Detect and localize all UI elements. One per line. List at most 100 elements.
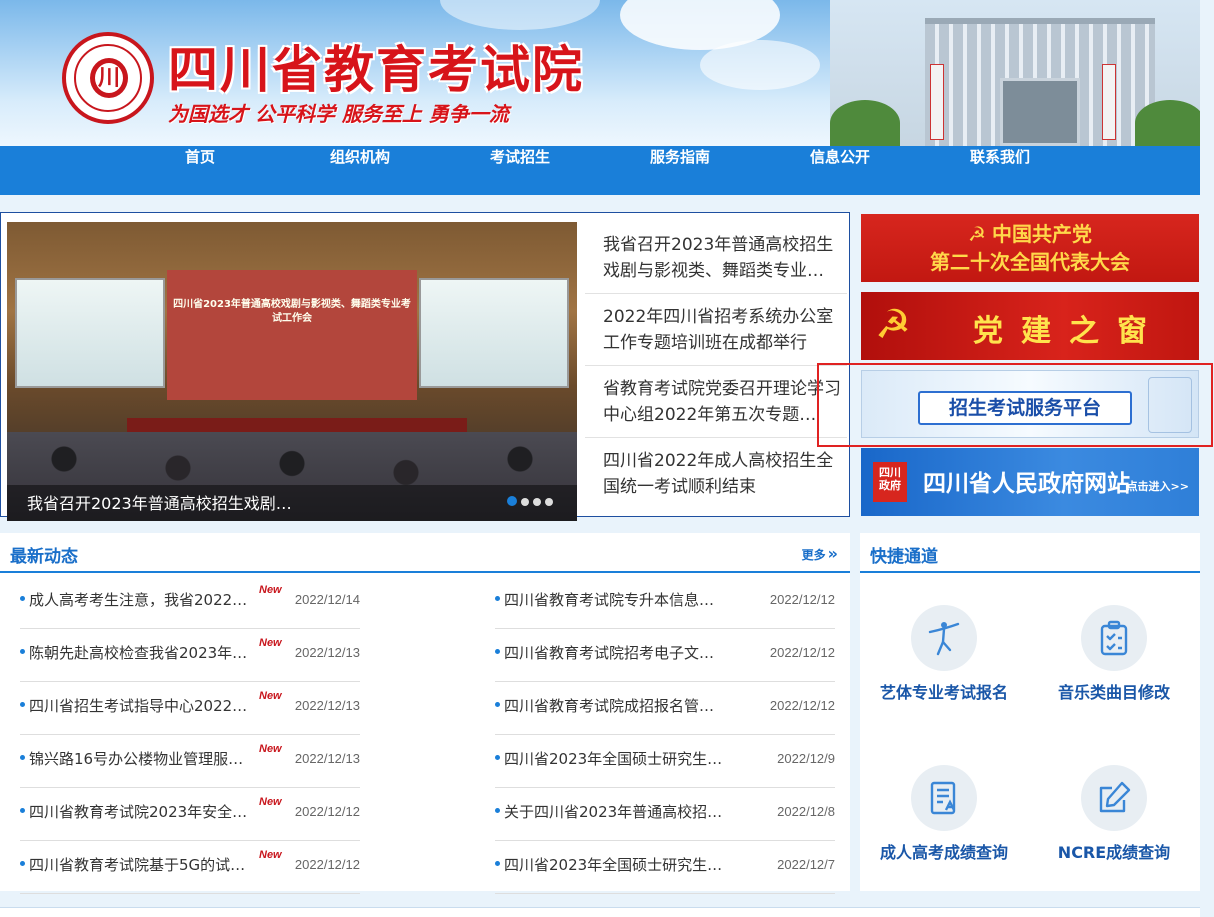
new-badge: New [259,796,282,808]
news-item[interactable]: 陈朝先赴高校检查我省2023年… New 2022/12/13 [20,629,360,682]
clipboard-check-icon [1081,605,1147,671]
quick-label: 音乐类曲目修改 [1057,683,1170,702]
bullet-icon [495,861,500,866]
headline-item[interactable]: 我省召开2023年普通高校招生戏剧与影视类、舞蹈类专业… [585,222,847,294]
news-item-date: 2022/12/7 [777,857,835,872]
building-sign [930,64,944,140]
quick-adult-exam-score[interactable]: 成人高考成绩查询 [864,765,1024,863]
cloud-decoration [440,0,600,30]
nav-item-contact[interactable]: 联系我们 [920,146,1080,195]
news-item-date: 2022/12/12 [769,645,835,660]
gov-enter-link[interactable]: 点击进入>> [1127,478,1189,494]
site-slogan: 为国选才 公平科学 服务至上 勇争一流 [168,102,509,126]
news-item-title[interactable]: 陈朝先赴高校检查我省2023年… [29,642,247,663]
new-badge: New [259,584,282,596]
gov-website-banner[interactable]: 四川 政府 四川省人民政府网站 点击进入>> [861,448,1199,516]
news-item[interactable]: 四川省教育考试院招考电子文… 2022/12/12 [495,629,835,682]
stage-backdrop [167,270,417,400]
building-sign [1102,64,1116,140]
news-item-title[interactable]: 关于四川省2023年普通高校招… [504,801,722,822]
building-entrance [1000,78,1080,146]
bullet-icon [495,649,500,654]
quick-ncre-score[interactable]: NCRE成绩查询 [1034,765,1194,863]
nav-item-exams[interactable]: 考试招生 [440,146,600,195]
quick-label: NCRE成绩查询 [1057,843,1171,862]
party-congress-text: 中国共产党 第二十次全国代表大会 [930,222,1130,274]
news-item-title[interactable]: 四川省教育考试院招考电子文… [504,642,714,663]
news-item[interactable]: 锦兴路16号办公楼物业管理服… New 2022/12/13 [20,735,360,788]
carousel-slide[interactable]: 四川省2023年普通高校戏剧与影视类、舞蹈类专业考试工作会 我省召开2023年普… [7,222,577,521]
quick-title: 快捷通道 [870,547,938,567]
news-item[interactable]: 四川省教育考试院成招报名管… 2022/12/12 [495,682,835,735]
projection-screen [419,278,569,388]
news-item-title[interactable]: 四川省教育考试院基于5G的试… [29,854,245,875]
headline-list: 我省召开2023年普通高校招生戏剧与影视类、舞蹈类专业… 2022年四川省招考系… [585,222,847,510]
news-more-link[interactable]: 更多» [802,544,838,563]
news-item-title[interactable]: 四川省教育考试院2023年安全… [29,801,247,822]
edit-icon [1081,765,1147,831]
news-item-date: 2022/12/8 [777,804,835,819]
quick-art-sport-registration[interactable]: 艺体专业考试报名 [864,605,1024,703]
bullet-icon [20,596,25,601]
next-section-edge [0,907,1200,917]
news-item[interactable]: 成人高考考生注意，我省2022… New 2022/12/14 [20,576,360,629]
party-congress-banner[interactable]: ☭ 中国共产党 第二十次全国代表大会 [861,214,1199,282]
carousel-dot[interactable] [545,498,553,506]
news-item[interactable]: 四川省招生考试指导中心2022… New 2022/12/13 [20,682,360,735]
news-item-title[interactable]: 锦兴路16号办公楼物业管理服… [29,748,243,769]
news-column-right: 四川省教育考试院专升本信息… 2022/12/12 四川省教育考试院招考电子文… 20… [495,576,835,894]
carousel-dots [503,491,553,510]
new-badge: New [259,690,282,702]
news-item[interactable]: 四川省2023年全国硕士研究生… 2022/12/7 [495,841,835,894]
logo-seal-icon[interactable]: 川 [62,32,154,124]
gov-website-text: 四川省人民政府网站 [923,471,1130,497]
headline-item[interactable]: 四川省2022年成人高校招生全国统一考试顺利结束 [585,438,847,510]
double-chevron-right-icon: » [827,544,838,563]
news-item[interactable]: 四川省教育考试院专升本信息… 2022/12/12 [495,576,835,629]
party-emblem-icon: ☭ [968,222,986,246]
news-item-title[interactable]: 四川省2023年全国硕士研究生… [504,854,722,875]
headline-item[interactable]: 2022年四川省招考系统办公室工作专题培训班在成都举行 [585,294,847,366]
document-score-icon [911,765,977,831]
projection-screen [15,278,165,388]
tree [1135,100,1200,146]
carousel-dot[interactable] [507,496,517,506]
news-item[interactable]: 四川省2023年全国硕士研究生… 2022/12/9 [495,735,835,788]
news-title: 最新动态 [10,547,78,567]
news-item-title[interactable]: 成人高考考生注意，我省2022… [29,589,247,610]
bullet-icon [20,755,25,760]
nav-item-home[interactable]: 首页 [120,146,280,195]
carousel-caption[interactable]: 我省召开2023年普通高校招生戏剧… [27,490,292,514]
news-item-date: 2022/12/12 [294,804,360,819]
news-item-title[interactable]: 四川省2023年全国硕士研究生… [504,748,722,769]
news-item-title[interactable]: 四川省教育考试院专升本信息… [504,589,714,610]
latest-news-panel: 最新动态 更多» 成人高考考生注意，我省2022… New 2022/12/14 陈朝… [0,533,850,894]
nav-item-service-guide[interactable]: 服务指南 [600,146,760,195]
quick-music-repertoire-edit[interactable]: 音乐类曲目修改 [1034,605,1194,703]
nav-item-disclosure[interactable]: 信息公开 [760,146,920,195]
news-column-left: 成人高考考生注意，我省2022… New 2022/12/14 陈朝先赴高校检查我省2… [20,576,360,894]
party-window-banner[interactable]: ☭ 党建之窗 [861,292,1199,360]
news-item-date: 2022/12/12 [769,592,835,607]
quick-header: 快捷通道 [860,533,1200,573]
news-item-title[interactable]: 四川省招生考试指导中心2022… [29,695,247,716]
quick-label: 成人高考成绩查询 [879,843,1008,862]
bullet-icon [20,861,25,866]
news-item-date: 2022/12/13 [294,698,360,713]
more-label: 更多 [801,548,826,562]
news-item-date: 2022/12/9 [777,751,835,766]
main-nav: 首页 组织机构 考试招生 服务指南 信息公开 联系我们 [0,146,1200,195]
headline-item[interactable]: 省教育考试院党委召开理论学习中心组2022年第五次专题… [585,366,847,438]
carousel-dot[interactable] [533,498,541,506]
news-item-date: 2022/12/12 [769,698,835,713]
news-item[interactable]: 四川省教育考试院基于5G的试… New 2022/12/12 [20,841,360,894]
featured-news-box: 四川省2023年普通高校戏剧与影视类、舞蹈类专业考试工作会 我省召开2023年普… [0,212,850,521]
bullet-icon [495,808,500,813]
carousel-dot[interactable] [521,498,529,506]
gov-seal-icon: 四川 政府 [873,462,907,502]
news-item-title[interactable]: 四川省教育考试院成招报名管… [504,695,714,716]
news-item[interactable]: 四川省教育考试院2023年安全… New 2022/12/12 [20,788,360,841]
bullet-icon [20,702,25,707]
news-item[interactable]: 关于四川省2023年普通高校招… 2022/12/8 [495,788,835,841]
nav-item-organization[interactable]: 组织机构 [280,146,440,195]
